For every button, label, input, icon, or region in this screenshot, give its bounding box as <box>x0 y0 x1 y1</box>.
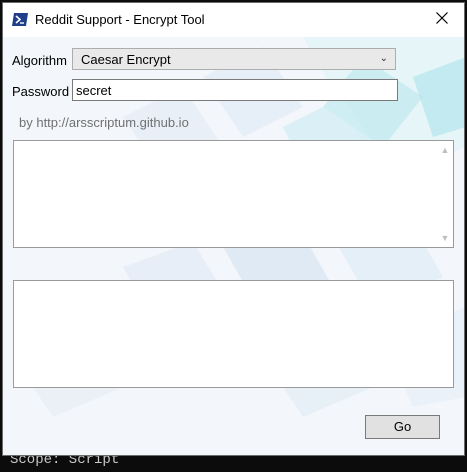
algorithm-value: Caesar Encrypt <box>81 52 171 67</box>
close-icon <box>436 11 448 29</box>
powershell-icon <box>12 13 28 26</box>
scroll-down-icon[interactable]: ▼ <box>440 233 450 243</box>
credit-text: by http://arsscriptum.github.io <box>19 115 189 130</box>
password-input[interactable]: secret <box>72 79 398 101</box>
go-button[interactable]: Go <box>365 415 440 439</box>
close-button[interactable] <box>426 7 458 33</box>
algorithm-label: Algorithm <box>12 53 67 68</box>
password-label: Password <box>12 84 70 99</box>
window-title: Reddit Support - Encrypt Tool <box>35 12 205 27</box>
chevron-down-icon: ⌄ <box>379 53 388 64</box>
input-scrollbar[interactable]: ▲ ▼ <box>437 141 453 247</box>
output-textbox[interactable] <box>13 280 454 388</box>
dialog-client-area: Algorithm Caesar Encrypt ⌄ Password secr… <box>3 37 464 455</box>
input-textbox[interactable]: ▲ ▼ <box>13 140 454 248</box>
title-bar[interactable]: Reddit Support - Encrypt Tool <box>3 3 464 37</box>
encrypt-tool-window: Reddit Support - Encrypt Tool Algorithm … <box>2 2 465 456</box>
scroll-up-icon[interactable]: ▲ <box>440 145 450 155</box>
algorithm-select[interactable]: Caesar Encrypt ⌄ <box>72 48 396 70</box>
